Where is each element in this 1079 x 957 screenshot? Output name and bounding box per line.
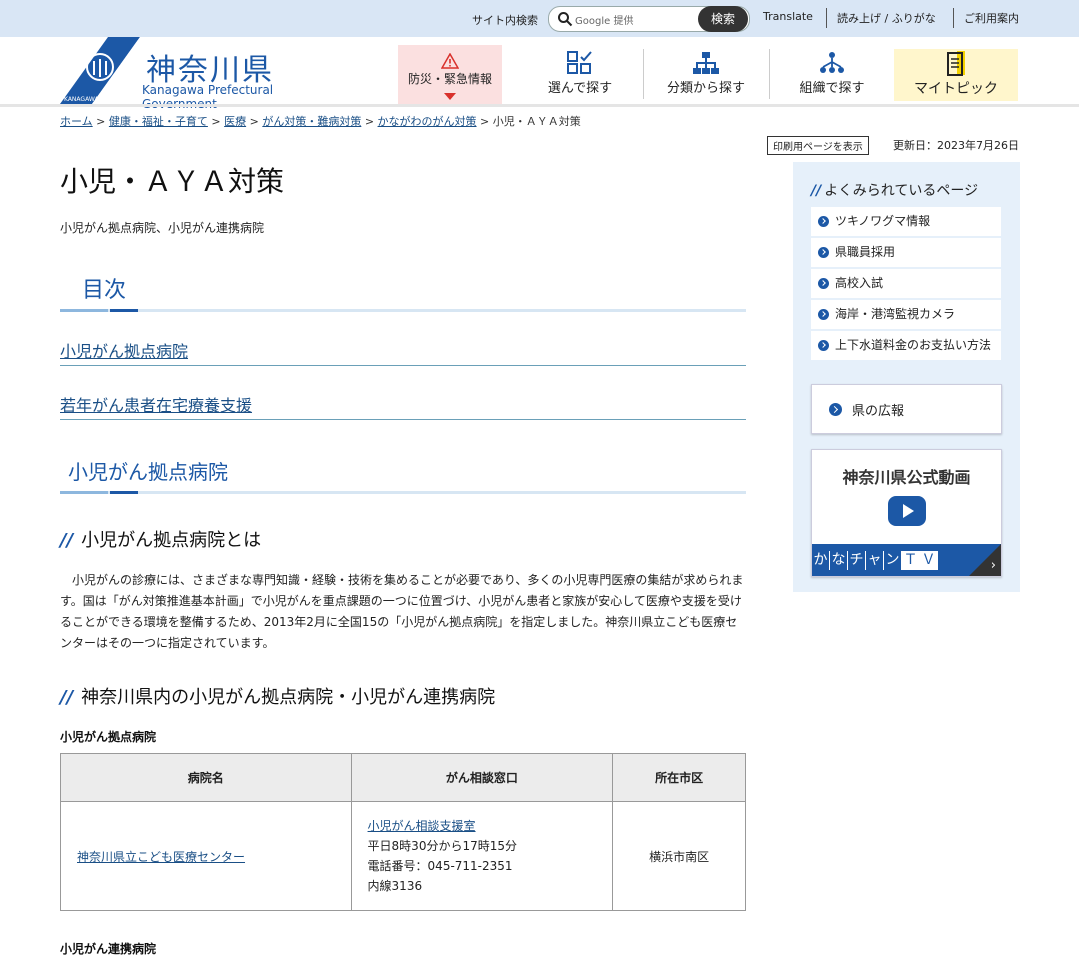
divider (60, 419, 746, 420)
consultation-hours: 平日8時30分から17時15分 (367, 839, 517, 853)
hospital-table: 病院名 がん相談窓口 所在市区 神奈川県立こども医療センター 小児がん相談支援室… (60, 753, 746, 911)
sidebar-item-coast-camera[interactable]: 海岸・港湾監視カメラ (811, 300, 1001, 329)
table-caption: 小児がん拠点病院 (60, 730, 157, 744)
divider (769, 49, 770, 99)
header-shadow (0, 104, 1079, 107)
sidebar-item-water-payment[interactable]: 上下水道料金のお支払い方法 (811, 331, 1001, 360)
table-header-consultation: がん相談窓口 (350, 753, 614, 802)
site-search-label: サイト内検索 (472, 14, 538, 27)
heading-rule (60, 491, 746, 494)
search-placeholder-label: Google 提供 (575, 16, 634, 27)
search-button[interactable]: 検索 (698, 6, 748, 32)
disaster-label: 防災・緊急情報 (407, 72, 492, 86)
consultation-phone: 電話番号：045-711-2351 (367, 859, 513, 873)
updated-date: 更新日：2023年7月26日 (893, 139, 1019, 152)
intro-paragraph: 小児がんの診療には、さまざまな専門知識・経験・技術を集めることが必要であり、多く… (60, 573, 744, 650)
hospital-link[interactable]: 神奈川県立こども医療センター (77, 850, 245, 864)
table-header-hospital: 病院名 (60, 753, 352, 802)
usage-guide-link[interactable]: ご利用案内 (964, 10, 1019, 26)
chevron-circle-icon (818, 216, 829, 227)
site-logo[interactable]: KANAGAWA 神奈川県 Kanagawa Prefectural Gover… (60, 37, 350, 111)
nav-my-topic[interactable]: マイトピック (894, 49, 1018, 101)
nav-my-topic-label: マイトピック (914, 81, 998, 97)
breadcrumb-home[interactable]: ホーム (60, 115, 93, 128)
toc-heading: 目次 (82, 278, 127, 303)
table-header-city: 所在市区 (612, 753, 746, 802)
play-icon (888, 496, 926, 526)
nav-organization[interactable]: 組織で探す (772, 45, 892, 102)
divider (826, 8, 827, 28)
corner-decoration (969, 544, 1001, 576)
kanachan-tv-label: かなチャンＴＶ (812, 549, 938, 570)
checklist-icon (567, 51, 592, 74)
official-video-banner[interactable]: 神奈川県公式動画 かなチャンＴＶ › (811, 449, 1002, 577)
chevron-circle-icon (818, 309, 829, 320)
breadcrumb-kanagawa-cancer[interactable]: かながわのがん対策 (378, 115, 477, 128)
translate-link[interactable]: Translate (763, 10, 813, 23)
site-header: KANAGAWA 神奈川県 Kanagawa Prefectural Gover… (0, 37, 1079, 111)
sidebar-heading: //よくみられているページ (811, 183, 979, 199)
organization-icon (820, 52, 844, 73)
chevron-circle-icon (818, 340, 829, 351)
read-aloud-link[interactable]: 読み上げ / ふりがな (837, 10, 936, 26)
consultation-extension: 内線3136 (367, 879, 423, 893)
city-cell: 横浜市南区 (612, 801, 746, 911)
disaster-emergency-button[interactable]: 防災・緊急情報 (398, 45, 502, 104)
breadcrumb-cancer-measures[interactable]: がん対策・難病対策 (262, 115, 361, 128)
chevron-circle-icon (818, 247, 829, 258)
prefecture-emblem-icon: KANAGAWA (60, 37, 140, 104)
subheading-what-is: //小児がん拠点病院とは (60, 530, 262, 551)
nav-category[interactable]: 分類から探す (646, 45, 766, 102)
chevron-circle-icon (818, 278, 829, 289)
divider (953, 8, 954, 28)
section-heading: 小児がん拠点病院 (68, 460, 228, 484)
subheading-hospitals: //神奈川県内の小児がん拠点病院・小児がん連携病院 (60, 687, 496, 708)
chevron-circle-icon (829, 403, 842, 416)
search-input[interactable] (629, 10, 703, 28)
nav-choose-label: 選んで探す (547, 81, 613, 96)
chevron-right-icon: › (990, 558, 996, 573)
breadcrumb: ホーム > 健康・福祉・子育て > 医療 > がん対策・難病対策 > かながわの… (60, 115, 581, 128)
sidebar: //よくみられているページ ツキノワグマ情報 県職員採用 高校入試 海岸・港湾監… (793, 162, 1020, 592)
breadcrumb-health-welfare[interactable]: 健康・福祉・子育て (109, 115, 208, 128)
nav-organization-label: 組織で探す (799, 81, 865, 96)
notebook-icon (947, 51, 965, 76)
search-icon (558, 12, 573, 27)
page-subtitle: 小児がん拠点病院、小児がん連携病院 (60, 221, 265, 235)
divider (60, 365, 746, 366)
caret-down-icon (444, 93, 456, 100)
heading-rule (60, 309, 746, 312)
popular-pages-list: ツキノワグマ情報 県職員採用 高校入試 海岸・港湾監視カメラ 上下水道料金のお支… (811, 207, 1001, 362)
toc-link-pediatric-hub[interactable]: 小児がん拠点病院 (60, 338, 188, 362)
consultation-link[interactable]: 小児がん相談支援室 (368, 819, 476, 833)
utility-bar: サイト内検索 Google 提供 検索 Translate 読み上げ / ふりが… (0, 0, 1079, 37)
page-title: 小児・ＡＹＡ対策 (60, 165, 285, 198)
breadcrumb-current: 小児・ＡＹＡ対策 (492, 115, 581, 128)
nav-category-label: 分類から探す (666, 81, 745, 96)
pr-label: 県の広報 (852, 404, 905, 419)
warning-icon (441, 53, 459, 69)
hierarchy-icon (693, 52, 719, 74)
table-caption-2: 小児がん連携病院 (60, 942, 157, 956)
svg-text:KANAGAWA: KANAGAWA (64, 96, 99, 103)
pr-link[interactable]: 県の広報 (811, 384, 1002, 434)
table-row: 神奈川県立こども医療センター 小児がん相談支援室 平日8時30分から17時15分… (60, 801, 746, 911)
sidebar-item-high-school-exam[interactable]: 高校入試 (811, 269, 1001, 298)
breadcrumb-medical[interactable]: 医療 (224, 115, 246, 128)
video-title: 神奈川県公式動画 (842, 468, 971, 487)
print-page-button[interactable]: 印刷用ページを表示 (767, 136, 869, 155)
sidebar-item-bear-info[interactable]: ツキノワグマ情報 (811, 207, 1001, 236)
sidebar-item-staff-recruitment[interactable]: 県職員採用 (811, 238, 1001, 267)
toc-link-home-care[interactable]: 若年がん患者在宅療養支援 (60, 392, 252, 416)
nav-choose[interactable]: 選んで探す (520, 45, 640, 102)
divider (643, 49, 644, 99)
